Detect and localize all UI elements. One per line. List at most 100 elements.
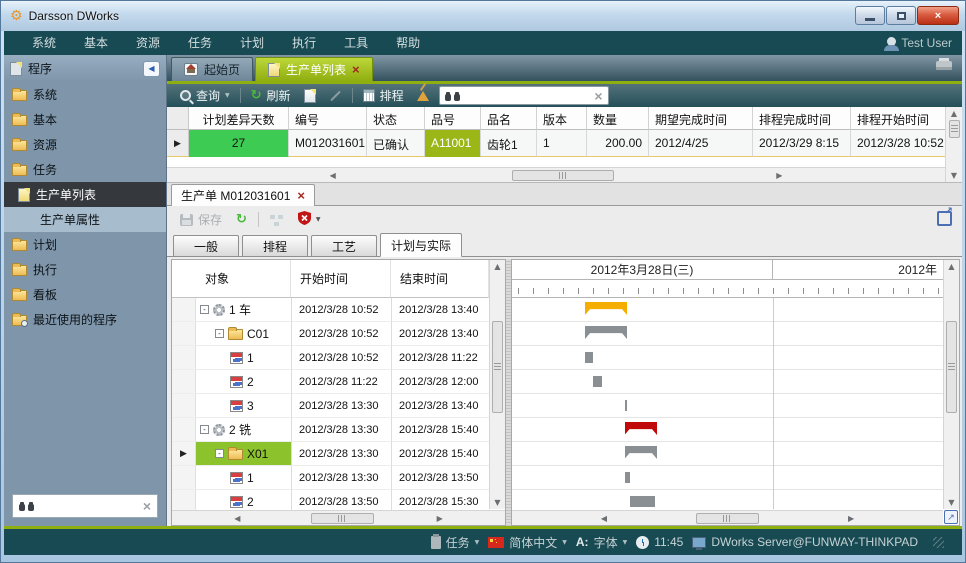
doc-toolbar-button-3[interactable]	[267, 214, 287, 226]
close-button[interactable]: ×	[917, 6, 959, 25]
scroll-down-icon: ▼	[944, 496, 959, 509]
popout-gantt-icon[interactable]: ↗	[944, 510, 958, 524]
sidebar-item-4[interactable]: 生产单列表	[4, 182, 166, 207]
sidebar-header: 程序 ◀	[4, 55, 166, 82]
tree-row-7[interactable]: 12012/3/28 13:302012/3/28 13:50	[172, 466, 505, 490]
table-row[interactable]: ▶27M012031601已确认A11001齿轮11200.002012/4/2…	[167, 130, 962, 157]
close-tab-icon[interactable]: ×	[352, 63, 360, 76]
scroll-thumb[interactable]	[512, 170, 613, 181]
刷新-button[interactable]: ↻刷新	[248, 87, 294, 104]
sidebar-item-9[interactable]: 最近使用的程序	[4, 307, 166, 332]
sidebar-item-7[interactable]: 执行	[4, 257, 166, 282]
tree-row-2[interactable]: 12012/3/28 10:522012/3/28 11:22	[172, 346, 505, 370]
tree-vertical-scrollbar[interactable]: ▲ ▼	[489, 260, 505, 509]
grid-vertical-scrollbar[interactable]: ▲ ▼	[945, 107, 962, 182]
tree-row-1[interactable]: -C012012/3/28 10:522012/3/28 13:40	[172, 322, 505, 346]
scroll-down-icon: ▼	[490, 496, 505, 509]
printer-icon[interactable]	[936, 61, 952, 70]
doc-toolbar-button-1[interactable]: ↻	[233, 213, 250, 226]
tree-row-5[interactable]: -2 铣2012/3/28 13:302012/3/28 15:40	[172, 418, 505, 442]
sidebar-item-label: 资源	[33, 136, 57, 153]
resize-grip[interactable]	[933, 537, 944, 548]
menu-item-4[interactable]: 计划	[226, 36, 278, 50]
menu-item-2[interactable]: 资源	[122, 36, 174, 50]
menu-item-6[interactable]: 工具	[330, 36, 382, 50]
toolbar-button-7[interactable]	[414, 91, 432, 101]
gantt-summary-bar[interactable]	[625, 422, 658, 435]
gantt-task-bar[interactable]	[630, 496, 655, 507]
sidebar-collapse-button[interactable]: ◀	[143, 61, 160, 77]
tree-row-6[interactable]: ▶-X012012/3/28 13:302012/3/28 15:40	[172, 442, 505, 466]
collapse-node-icon[interactable]: -	[200, 305, 209, 314]
minimize-button[interactable]	[855, 6, 885, 25]
subtab-1[interactable]: 排程	[242, 235, 308, 256]
document-tab[interactable]: 生产单 M012031601 ×	[171, 184, 315, 206]
status-item-0[interactable]: 任务▼	[431, 534, 480, 551]
toolbar-button-3[interactable]	[301, 89, 319, 103]
sidebar-item-2[interactable]: 资源	[4, 132, 166, 157]
grid-horizontal-scrollbar[interactable]: ◀ ▶	[167, 167, 945, 182]
tree-horizontal-scrollbar[interactable]: ◀ ▶	[172, 510, 505, 525]
gantt-task-bar[interactable]	[585, 352, 593, 363]
toolbar-button-4[interactable]	[326, 95, 345, 97]
user-indicator[interactable]: Test User	[887, 36, 952, 50]
sidebar-item-label: 执行	[33, 261, 57, 278]
subtab-3[interactable]: 计划与实际	[380, 233, 462, 257]
close-document-icon[interactable]: ×	[297, 189, 305, 202]
clock-icon	[636, 536, 649, 549]
scroll-thumb[interactable]	[696, 513, 759, 524]
排程-button[interactable]: 排程	[360, 87, 407, 104]
subtab-0[interactable]: 一般	[173, 235, 239, 256]
gantt-horizontal-scrollbar[interactable]: ◀ ▶	[512, 510, 943, 525]
gantt-task-bar[interactable]	[593, 376, 603, 387]
menu-item-5[interactable]: 执行	[278, 36, 330, 50]
end-time-cell: 2012/3/28 13:40	[391, 298, 489, 322]
folder-clock-icon	[12, 315, 27, 326]
menu-item-0[interactable]: 系统	[18, 36, 70, 50]
grid-cell: 2012/3/29 8:15	[753, 130, 851, 157]
collapse-node-icon[interactable]: -	[215, 329, 224, 338]
menu-item-3[interactable]: 任务	[174, 36, 226, 50]
sidebar-item-3[interactable]: 任务	[4, 157, 166, 182]
clear-search-icon[interactable]: ×	[594, 89, 602, 103]
保存-button[interactable]: 保存	[177, 211, 225, 228]
scroll-thumb[interactable]	[492, 321, 503, 413]
scroll-thumb[interactable]	[949, 120, 960, 138]
maximize-button[interactable]	[886, 6, 916, 25]
end-time-cell: 2012/3/28 11:22	[391, 346, 489, 370]
sidebar-item-5[interactable]: 生产单属性	[4, 207, 166, 232]
collapse-node-icon[interactable]: -	[215, 449, 224, 458]
subtab-2[interactable]: 工艺	[311, 235, 377, 256]
gantt-task-bar[interactable]	[625, 472, 630, 483]
menu-item-7[interactable]: 帮助	[382, 36, 434, 50]
status-item-4: DWorks Server@FUNWAY-THINKPAD	[692, 535, 918, 549]
sidebar-item-6[interactable]: 计划	[4, 232, 166, 257]
clear-search-icon[interactable]: ×	[143, 499, 151, 513]
查询-button[interactable]: 查询▼	[177, 87, 233, 104]
scroll-thumb[interactable]	[946, 321, 957, 413]
tab-0[interactable]: 起始页	[171, 57, 253, 81]
toolbar-search-input[interactable]	[465, 90, 590, 102]
status-item-1[interactable]: 简体中文▼	[488, 534, 567, 551]
gantt-task-bar[interactable]	[625, 400, 628, 411]
doc-toolbar-button-4[interactable]: ▼	[295, 211, 324, 228]
scroll-thumb[interactable]	[311, 513, 375, 524]
gantt-summary-bar[interactable]	[625, 446, 658, 459]
gantt-summary-bar[interactable]	[585, 302, 627, 315]
minimize-icon	[865, 18, 875, 21]
menu-item-1[interactable]: 基本	[70, 36, 122, 50]
tab-1[interactable]: 生产单列表×	[255, 57, 373, 81]
sidebar-item-0[interactable]: 系统	[4, 82, 166, 107]
sidebar-search-input[interactable]	[40, 499, 137, 513]
tree-row-0[interactable]: -1 车2012/3/28 10:522012/3/28 13:40	[172, 298, 505, 322]
main-toolbar: 查询▼ ↻刷新 排程 ×	[167, 84, 962, 107]
sidebar-item-1[interactable]: 基本	[4, 107, 166, 132]
popout-icon[interactable]	[937, 211, 952, 226]
gantt-summary-bar[interactable]	[585, 326, 627, 339]
status-item-2[interactable]: A:字体▼	[576, 534, 627, 551]
sidebar-item-8[interactable]: 看板	[4, 282, 166, 307]
collapse-node-icon[interactable]: -	[200, 425, 209, 434]
tree-row-4[interactable]: 32012/3/28 13:302012/3/28 13:40	[172, 394, 505, 418]
gantt-vertical-scrollbar[interactable]: ▲ ▼	[943, 260, 959, 509]
tree-row-3[interactable]: 22012/3/28 11:222012/3/28 12:00	[172, 370, 505, 394]
